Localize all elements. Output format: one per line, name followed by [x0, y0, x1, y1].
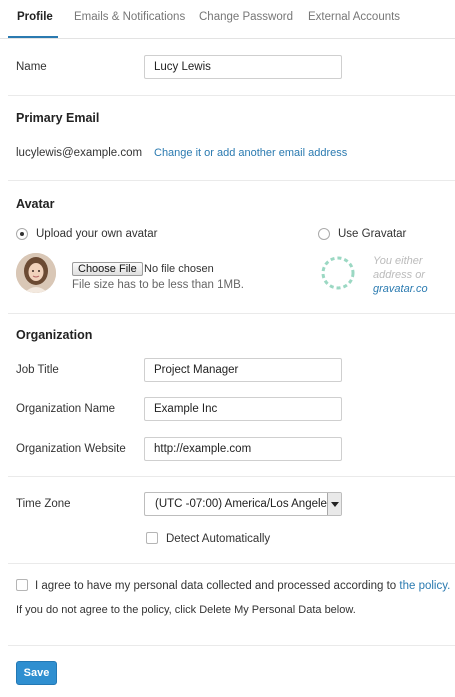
job-title-label: Job Title	[16, 364, 59, 376]
consent-checkbox[interactable]	[16, 579, 28, 591]
divider	[8, 476, 455, 477]
organization-heading: Organization	[16, 328, 93, 342]
use-gravatar-radio[interactable]	[318, 228, 330, 240]
tab-change-password[interactable]: Change Password	[199, 11, 293, 23]
no-file-chosen-text: No file chosen	[144, 263, 214, 275]
detect-automatically-checkbox[interactable]	[146, 532, 158, 544]
upload-avatar-radio[interactable]	[16, 228, 28, 240]
chevron-down-icon	[327, 493, 341, 515]
divider	[8, 180, 455, 181]
divider	[8, 313, 455, 314]
job-title-input[interactable]: Project Manager	[144, 358, 342, 382]
change-email-link[interactable]: Change it or add another email address	[154, 147, 347, 159]
file-size-hint: File size has to be less than 1MB.	[72, 279, 244, 291]
policy-link[interactable]: the policy.	[399, 580, 450, 592]
upload-avatar-label: Upload your own avatar	[36, 228, 158, 240]
consent-note: If you do not agree to the policy, click…	[16, 604, 356, 616]
gravatar-info-text: You either address or gravatar.co	[373, 254, 455, 296]
primary-email-heading: Primary Email	[16, 111, 100, 125]
divider	[8, 95, 455, 96]
name-label: Name	[16, 61, 47, 73]
detect-automatically-label: Detect Automatically	[166, 533, 271, 545]
tab-profile[interactable]: Profile	[17, 11, 53, 23]
org-name-input[interactable]: Example Inc	[144, 397, 342, 421]
time-zone-label: Time Zone	[16, 498, 71, 510]
active-tab-indicator	[8, 36, 58, 38]
org-name-label: Organization Name	[16, 403, 116, 415]
consent-text: I agree to have my personal data collect…	[35, 580, 451, 592]
tab-emails-notifications[interactable]: Emails & Notifications	[74, 11, 185, 23]
avatar-heading: Avatar	[16, 197, 55, 211]
org-website-label: Organization Website	[16, 443, 126, 455]
avatar	[16, 253, 56, 293]
divider	[8, 645, 455, 646]
time-zone-selected-value: (UTC -07:00) America/Los Angeles	[155, 498, 333, 510]
divider	[8, 563, 455, 564]
tab-bar: Profile Emails & Notifications Change Pa…	[0, 0, 455, 39]
email-address: lucylewis@example.com	[16, 147, 143, 159]
use-gravatar-label: Use Gravatar	[338, 228, 407, 240]
gravatar-link[interactable]: gravatar.co	[373, 282, 455, 296]
time-zone-select[interactable]: (UTC -07:00) America/Los Angeles	[144, 492, 342, 516]
name-input[interactable]: Lucy Lewis	[144, 55, 342, 79]
org-website-input[interactable]: http://example.com	[144, 437, 342, 461]
choose-file-button[interactable]: Choose File	[72, 262, 143, 276]
tab-external-accounts[interactable]: External Accounts	[308, 11, 400, 23]
save-button[interactable]: Save	[16, 661, 57, 685]
gravatar-spinner-icon	[318, 253, 358, 293]
